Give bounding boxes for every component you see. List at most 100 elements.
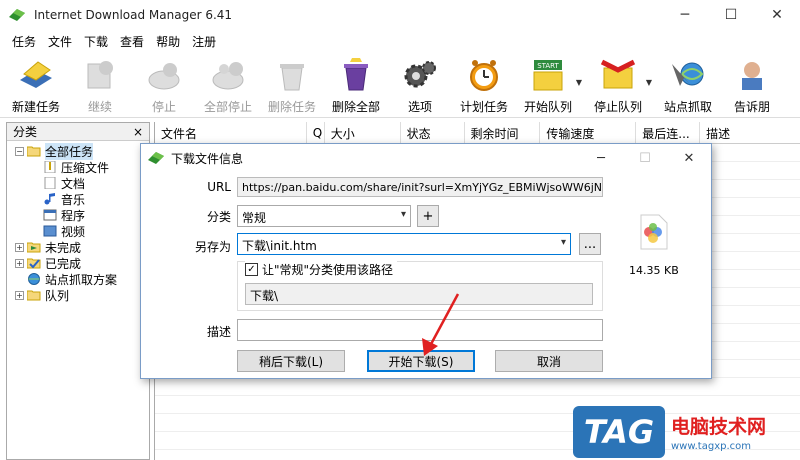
tree-expander-icon[interactable]: −	[15, 146, 24, 156]
close-button[interactable]: ✕	[754, 0, 800, 30]
delete-task-button[interactable]: 删除任务	[260, 52, 324, 118]
start-queue-icon: START	[533, 60, 563, 91]
start-queue-button[interactable]: START 开始队列 ▼	[516, 52, 582, 118]
stop-button[interactable]: 停止	[132, 52, 196, 118]
column-queue[interactable]: Q	[307, 122, 325, 144]
tree-expander-icon[interactable]: +	[15, 290, 24, 300]
idm-app-icon	[148, 152, 164, 164]
stop-queue-dropdown-icon[interactable]: ▼	[646, 78, 652, 87]
folder-open-icon	[27, 146, 41, 157]
tree-item-compressed[interactable]: 压缩文件	[7, 159, 149, 175]
category-panel-title: 分类	[13, 125, 38, 139]
list-header: 文件名 Q 大小 状态 剩余时间 传输速度 最后连... 描述	[155, 122, 800, 144]
start-queue-dropdown-icon[interactable]: ▼	[576, 78, 582, 87]
use-path-checkbox[interactable]: ✓	[245, 263, 258, 276]
category-panel: 分类 × − 全部任务 压缩文件 文档 音乐 程序 视频 + 未完成 + 已完成…	[6, 122, 150, 460]
watermark-url: www.tagxp.com	[671, 441, 751, 452]
tree-item-all-downloads[interactable]: − 全部任务	[7, 142, 149, 160]
column-size[interactable]: 大小	[325, 122, 401, 144]
new-task-button[interactable]: 新建任务	[4, 52, 68, 118]
stop-queue-icon	[600, 59, 636, 89]
column-time-left[interactable]: 剩余时间	[465, 122, 541, 144]
options-gear-icon	[404, 61, 436, 88]
site-grabber-icon	[672, 62, 704, 86]
url-field[interactable]: https://pan.baidu.com/share/init?surl=Xm…	[237, 177, 603, 197]
document-icon	[44, 177, 56, 189]
tree-item-music[interactable]: 音乐	[7, 191, 149, 207]
tell-friend-button[interactable]: 告诉朋	[720, 52, 784, 118]
file-size: 14.35 KB	[629, 264, 679, 277]
music-note-icon	[44, 193, 55, 205]
video-film-icon	[43, 225, 57, 237]
category-panel-close-icon[interactable]: ×	[133, 125, 143, 139]
download-later-button[interactable]: 稍后下载(L)	[237, 350, 345, 372]
dialog-titlebar[interactable]: 下载文件信息 ─ ☐ ✕	[141, 144, 711, 172]
options-button[interactable]: 选项	[388, 52, 452, 118]
red-annotation-arrow-icon	[422, 293, 460, 356]
tree-item-documents[interactable]: 文档	[7, 175, 149, 191]
tree-item-programs[interactable]: 程序	[7, 207, 149, 223]
dialog-minimize-button[interactable]: ─	[579, 144, 623, 172]
browse-button[interactable]: ...	[579, 233, 601, 255]
main-titlebar[interactable]: Internet Download Manager 6.41 ─ ☐ ✕	[0, 0, 800, 30]
watermark-site-name: 电脑技术网	[671, 416, 767, 438]
tree-item-grabber-projects[interactable]: 站点抓取方案	[7, 271, 149, 287]
chevron-down-icon: ▾	[400, 209, 406, 220]
minimize-button[interactable]: ─	[662, 0, 708, 30]
column-last-try[interactable]: 最后连...	[636, 122, 701, 144]
resume-icon	[87, 61, 113, 89]
save-as-field[interactable]: 下载\init.htm ▾	[237, 233, 571, 255]
tell-friend-icon	[742, 62, 762, 90]
stop-queue-button[interactable]: 停止队列 ▼	[586, 52, 652, 118]
save-as-label: 另存为	[194, 240, 231, 254]
maximize-button[interactable]: ☐	[708, 0, 754, 30]
watermark-tag-logo: TAG	[573, 406, 665, 458]
category-panel-header: 分类 ×	[7, 123, 149, 141]
delete-all-button[interactable]: 删除全部	[324, 52, 388, 118]
column-status[interactable]: 状态	[401, 122, 465, 144]
queue-folder-icon	[27, 290, 41, 301]
stop-all-button[interactable]: 全部停止	[196, 52, 260, 118]
category-select[interactable]: 常规 ▾	[237, 205, 411, 227]
dialog-title: 下载文件信息	[171, 151, 244, 166]
stop-all-icon	[212, 62, 244, 90]
scheduler-button[interactable]: 计划任务	[452, 52, 516, 118]
window-title: Internet Download Manager 6.41	[34, 8, 233, 22]
file-type-icon	[640, 214, 668, 250]
cancel-button[interactable]: 取消	[495, 350, 603, 372]
dialog-close-button[interactable]: ✕	[667, 144, 711, 172]
url-label: URL	[207, 180, 231, 194]
resume-button[interactable]: 继续	[68, 52, 132, 118]
tree-expander-icon[interactable]: +	[15, 258, 24, 268]
use-path-checkbox-row[interactable]: ✓ 让"常规"分类使用该路径	[245, 261, 398, 278]
watermark: TAG 电脑技术网 www.tagxp.com	[573, 404, 800, 460]
new-task-icon	[20, 61, 52, 88]
menu-file[interactable]: 文件	[42, 33, 78, 50]
tree-expander-icon[interactable]: +	[15, 242, 24, 252]
column-transfer-rate[interactable]: 传输速度	[540, 122, 637, 144]
menu-tasks[interactable]: 任务	[6, 33, 42, 50]
menu-help[interactable]: 帮助	[150, 33, 186, 50]
unfinished-folder-icon	[27, 242, 41, 253]
tree-item-finished[interactable]: + 已完成	[7, 255, 149, 271]
finished-folder-icon	[27, 258, 41, 269]
chevron-down-icon: ▾	[560, 237, 566, 248]
column-description[interactable]: 描述	[700, 122, 800, 144]
scheduler-clock-icon	[470, 60, 498, 91]
tree-item-unfinished[interactable]: + 未完成	[7, 239, 149, 255]
idm-app-icon	[9, 9, 25, 21]
dialog-maximize-button: ☐	[639, 150, 651, 166]
menu-view[interactable]: 查看	[114, 33, 150, 50]
zip-file-icon	[44, 161, 56, 173]
menu-downloads[interactable]: 下载	[78, 33, 114, 50]
menu-register[interactable]: 注册	[186, 33, 222, 50]
description-label: 描述	[206, 325, 231, 339]
svg-text:START: START	[537, 62, 559, 70]
site-grabber-button[interactable]: 站点抓取	[656, 52, 720, 118]
tree-item-video[interactable]: 视频	[7, 223, 149, 239]
add-category-button[interactable]: +	[417, 205, 439, 227]
tree-item-queues[interactable]: + 队列	[7, 287, 149, 303]
delete-all-icon	[344, 58, 368, 91]
column-filename[interactable]: 文件名	[155, 122, 307, 144]
menu-bar: 任务 文件 下载 查看 帮助 注册	[0, 30, 800, 52]
